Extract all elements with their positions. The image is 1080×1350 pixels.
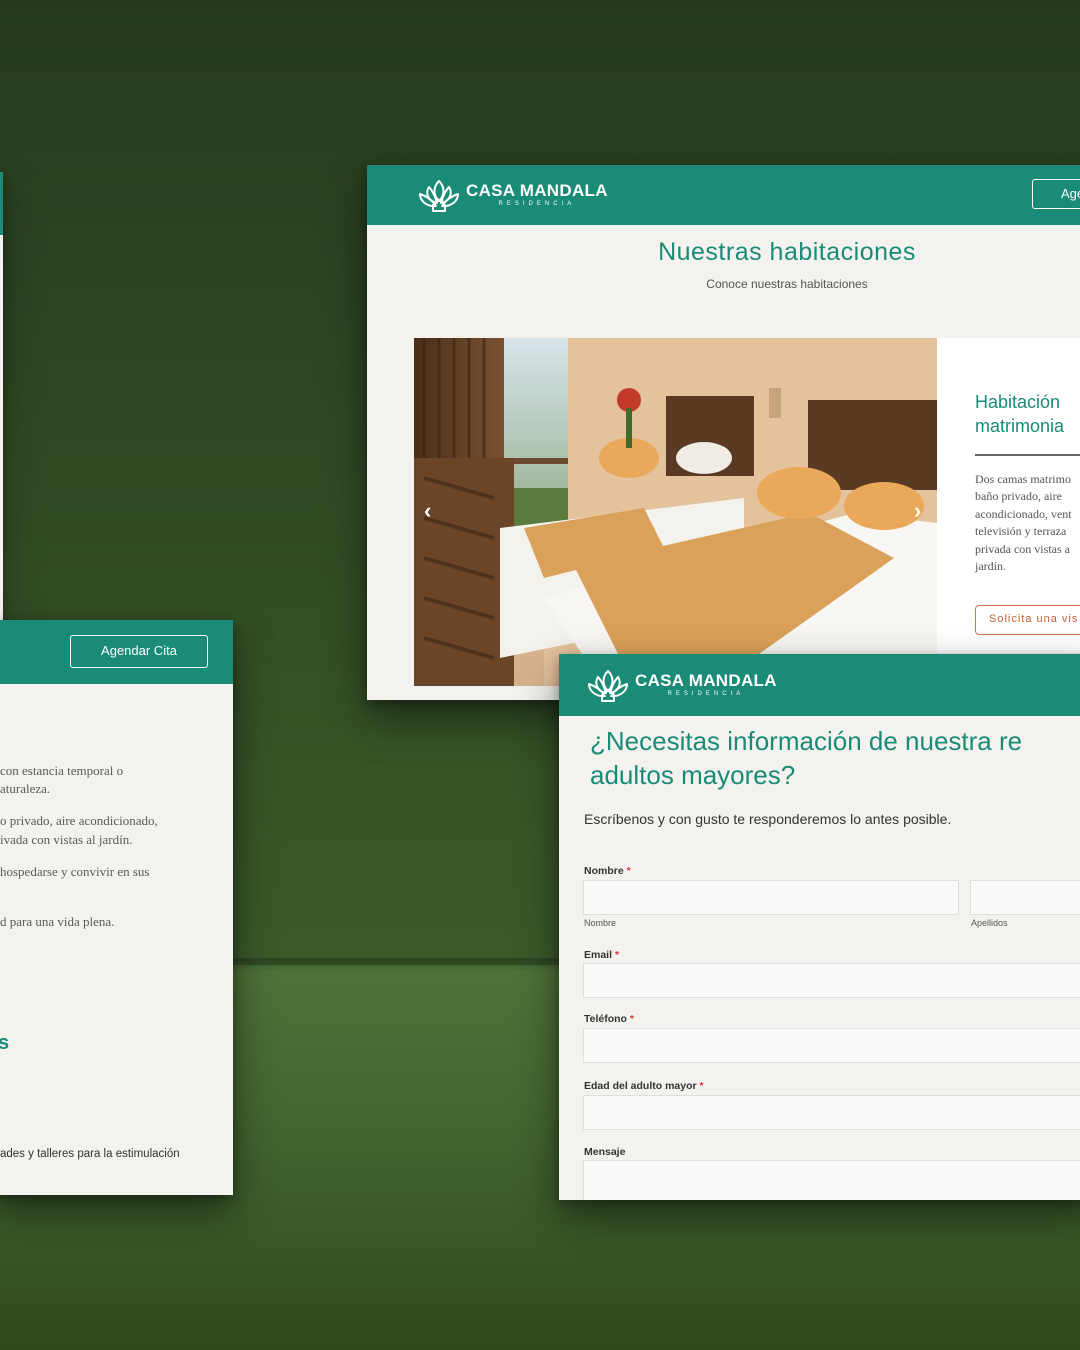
form-title-line: adultos mayores? <box>590 760 796 790</box>
room-card: Habitación matrimonia Dos camas matrimo … <box>937 338 1080 653</box>
contact-form-panel: CASA MANDALA RESIDENCIA ¿Necesitas infor… <box>559 654 1080 1200</box>
email-label: Email * <box>584 949 619 961</box>
name-label-text: Nombre <box>584 865 624 877</box>
left-text-line: aturaleza. <box>0 781 51 796</box>
room-card-description-line: jardín. <box>975 559 1006 574</box>
mandala-logo-icon <box>588 670 628 702</box>
form-title: ¿Necesitas información de nuestra re adu… <box>590 724 1080 792</box>
rooms-page-header: CASA MANDALA RESIDENCIA Age <box>367 165 1080 225</box>
room-card-divider <box>975 454 1080 456</box>
room-card-description-line: privada con vistas a <box>975 541 1070 556</box>
solicita-visita-button[interactable]: Solicita una vis <box>975 605 1080 635</box>
last-name-input[interactable] <box>970 880 1080 915</box>
phone-label-text: Teléfono <box>584 1013 627 1025</box>
age-label: Edad del adulto mayor * <box>584 1080 704 1092</box>
room-card-description-line: televisión y terraza <box>975 524 1067 539</box>
email-label-text: Email <box>584 949 613 961</box>
rooms-page-panel: CASA MANDALA RESIDENCIA Age Nuestras hab… <box>367 165 1080 700</box>
left-text-line: ivada con vistas al jardín. <box>0 832 133 847</box>
edge-panel <box>0 172 3 620</box>
brand-logo[interactable]: CASA MANDALA RESIDENCIA <box>584 667 777 703</box>
room-card-description: Dos camas matrimo baño privado, aire aco… <box>975 471 1080 575</box>
message-textarea[interactable] <box>583 1160 1080 1200</box>
room-card-description-line: baño privado, aire <box>975 489 1062 504</box>
form-title-line: ¿Necesitas información de nuestra re <box>590 726 1023 756</box>
brand-name: CASA MANDALA <box>635 671 777 690</box>
message-label: Mensaje <box>584 1146 626 1158</box>
brand-logo[interactable]: CASA MANDALA RESIDENCIA <box>415 177 608 213</box>
left-text-line: hospedarse y convivir en sus <box>0 864 150 879</box>
room-card-title: Habitación matrimonia <box>975 390 1064 438</box>
room-card-description-line: acondicionado, vent <box>975 506 1072 521</box>
age-label-text: Edad del adulto mayor <box>584 1080 697 1092</box>
room-card-description-line: Dos camas matrimo <box>975 472 1071 486</box>
brand-subtitle: RESIDENCIA <box>667 691 745 697</box>
required-mark: * <box>614 949 620 961</box>
left-text-line: d para una vida plena. <box>0 914 115 929</box>
left-heading-fragment: s <box>0 1032 10 1054</box>
required-mark: * <box>626 865 631 877</box>
room-card-title-line: matrimonia <box>975 416 1065 436</box>
brand-name: CASA MANDALA <box>466 181 608 200</box>
edge-panel-header <box>0 172 3 235</box>
agendar-button[interactable]: Age <box>1032 179 1080 209</box>
left-page-panel: Agendar Cita con estancia temporal o atu… <box>0 620 233 1195</box>
agendar-cita-button[interactable]: Agendar Cita <box>70 635 208 668</box>
age-field[interactable] <box>583 1095 1080 1130</box>
name-label: Nombre * <box>584 865 631 877</box>
form-intro: Escríbenos y con gusto te responderemos … <box>584 811 952 827</box>
first-name-sublabel: Nombre <box>584 918 617 928</box>
form-page-header: CASA MANDALA RESIDENCIA <box>559 654 1080 716</box>
room-card-title-line: Habitación <box>975 392 1061 412</box>
left-small-text: ades y talleres para la estimulación <box>0 1148 180 1160</box>
mandala-logo-icon <box>419 180 459 212</box>
phone-label: Teléfono * <box>584 1013 634 1025</box>
brand-subtitle: RESIDENCIA <box>498 201 576 207</box>
rooms-subtitle: Conoce nuestras habitaciones <box>706 277 868 291</box>
required-mark: * <box>629 1013 634 1025</box>
chevron-left-icon[interactable]: ‹ <box>424 498 431 524</box>
first-name-input[interactable] <box>583 880 959 915</box>
left-text-line: con estancia temporal o <box>0 763 124 778</box>
email-field[interactable] <box>583 963 1080 998</box>
left-text-line: o privado, aire acondicionado, <box>0 813 158 828</box>
chevron-right-icon[interactable]: › <box>914 498 921 524</box>
last-name-sublabel: Apellidos <box>971 918 1008 928</box>
rooms-title: Nuestras habitaciones <box>658 238 916 266</box>
phone-field[interactable] <box>583 1028 1080 1063</box>
room-photo-carousel[interactable]: ‹ › <box>414 338 937 686</box>
left-page-header: Agendar Cita <box>0 620 233 684</box>
room-photo <box>414 338 937 686</box>
required-mark: * <box>699 1080 704 1092</box>
